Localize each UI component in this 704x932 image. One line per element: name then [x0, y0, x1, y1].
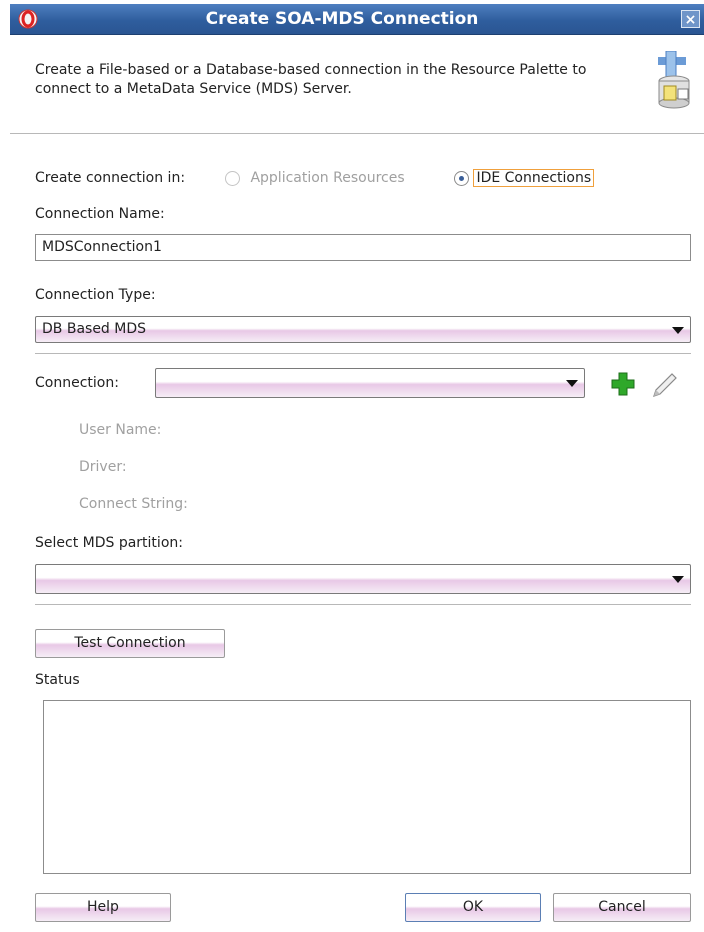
section-separator	[35, 353, 691, 354]
cancel-button[interactable]: Cancel	[553, 893, 691, 922]
ok-button[interactable]: OK	[405, 893, 541, 922]
header-separator	[10, 133, 704, 134]
connect-string-label: Connect String:	[79, 496, 188, 512]
driver-label: Driver:	[79, 459, 127, 475]
status-textarea[interactable]	[43, 700, 691, 874]
pencil-icon[interactable]	[648, 371, 678, 401]
radio-ide-connections[interactable]: IDE Connections	[454, 169, 595, 187]
radio-checked-icon[interactable]	[454, 170, 469, 186]
dialog-header: Create a File-based or a Database-based …	[10, 35, 704, 125]
user-name-label: User Name:	[79, 422, 162, 438]
header-description: Create a File-based or a Database-based …	[35, 62, 587, 97]
database-connection-icon	[658, 51, 690, 109]
create-in-label: Create connection in:	[35, 170, 186, 186]
connection-label: Connection:	[35, 375, 119, 391]
section-separator	[35, 604, 691, 605]
title-bar: Create SOA-MDS Connection ×	[10, 4, 704, 35]
plus-icon[interactable]	[610, 371, 636, 397]
mds-partition-select[interactable]	[35, 564, 691, 594]
status-label: Status	[35, 672, 80, 688]
chevron-down-icon	[672, 576, 684, 583]
connection-name-label: Connection Name:	[35, 206, 165, 222]
connection-type-select[interactable]: DB Based MDS	[35, 316, 691, 343]
connection-name-input[interactable]: MDSConnection1	[35, 234, 691, 261]
radio-icon[interactable]	[225, 170, 240, 186]
close-button[interactable]: ×	[681, 10, 700, 28]
radio-application-resources[interactable]: Application Resources	[225, 170, 405, 186]
chevron-down-icon	[566, 380, 578, 387]
help-button[interactable]: Help	[35, 893, 171, 922]
connection-select[interactable]	[155, 368, 585, 398]
connection-type-value: DB Based MDS	[42, 321, 147, 337]
test-connection-button[interactable]: Test Connection	[35, 629, 225, 658]
mds-partition-label: Select MDS partition:	[35, 535, 183, 551]
dialog-title: Create SOA-MDS Connection	[205, 9, 479, 29]
radio-ide-connections-label: IDE Connections	[473, 169, 595, 187]
chevron-down-icon	[672, 326, 684, 334]
radio-application-resources-label: Application Resources	[250, 170, 405, 186]
connection-type-label: Connection Type:	[35, 287, 156, 303]
